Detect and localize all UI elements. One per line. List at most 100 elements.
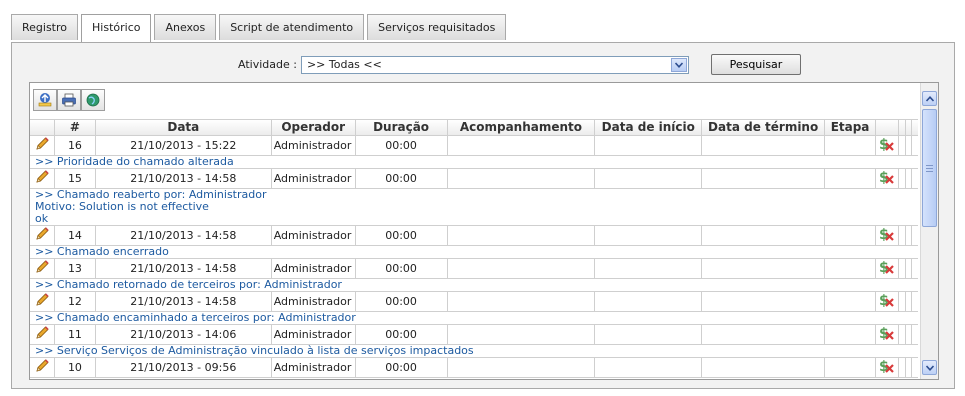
row-date: 21/10/2013 - 14:58 xyxy=(96,259,272,278)
scroll-down-icon[interactable] xyxy=(922,360,937,375)
tab-servicos-requisitados[interactable]: Serviços requisitados xyxy=(367,14,507,40)
row-extra xyxy=(899,169,906,188)
edit-pencil-icon[interactable] xyxy=(30,169,55,188)
edit-pencil-icon[interactable] xyxy=(30,136,55,155)
history-table: # Data Operador Duração Acompanhamento D… xyxy=(30,119,918,378)
row-note: >> Chamado encerrado xyxy=(30,246,918,259)
edit-pencil-icon[interactable] xyxy=(30,358,55,377)
tab-registro[interactable]: Registro xyxy=(11,14,79,40)
row-acompanhamento xyxy=(448,226,596,245)
header-num[interactable]: # xyxy=(55,120,96,135)
header-acompanhamento[interactable]: Acompanhamento xyxy=(448,120,596,135)
row-date: 21/10/2013 - 15:22 xyxy=(96,136,272,155)
print-icon[interactable] xyxy=(57,89,81,111)
globe-icon[interactable] xyxy=(81,89,105,111)
row-note: >> Chamado encaminhado a terceiros por: … xyxy=(30,312,918,325)
scroll-up-icon[interactable] xyxy=(922,91,937,106)
history-panel: Atividade : >> Todas << Pesquisar # Data… xyxy=(11,42,955,389)
row-extra xyxy=(912,226,918,245)
row-extra xyxy=(899,325,906,344)
row-extra xyxy=(899,358,906,377)
row-acompanhamento xyxy=(448,325,596,344)
row-operator: Administrador xyxy=(272,226,356,245)
row-note-line: >> Serviço Serviços de Administração vin… xyxy=(35,344,474,357)
row-note: >> Prioridade do chamado alterada xyxy=(30,156,918,169)
row-data-termino xyxy=(702,169,826,188)
header-duracao[interactable]: Duração xyxy=(356,120,448,135)
row-acompanhamento xyxy=(448,259,596,278)
export-icon[interactable] xyxy=(33,89,57,111)
edit-pencil-icon[interactable] xyxy=(30,226,55,245)
search-button[interactable]: Pesquisar xyxy=(710,54,801,75)
row-date: 21/10/2013 - 14:58 xyxy=(96,292,272,311)
billing-disabled-icon[interactable]: $ xyxy=(876,226,899,245)
row-extra xyxy=(912,358,918,377)
row-etapa xyxy=(825,358,877,377)
row-data-inicio xyxy=(595,259,703,278)
tab-bar: Registro Histórico Anexos Script de aten… xyxy=(11,14,509,43)
header-etapa[interactable]: Etapa xyxy=(825,120,877,135)
tab-anexos[interactable]: Anexos xyxy=(154,14,217,40)
table-row[interactable]: 12 21/10/2013 - 14:58 Administrador 00:00 $ xyxy=(30,292,918,312)
row-operator: Administrador xyxy=(272,325,356,344)
row-number: 14 xyxy=(55,226,96,245)
row-acompanhamento xyxy=(448,136,596,155)
row-etapa xyxy=(825,259,877,278)
header-data[interactable]: Data xyxy=(96,120,272,135)
row-note: >> Serviço Serviços de Administração vin… xyxy=(30,345,918,358)
row-duration: 00:00 xyxy=(356,358,448,377)
activity-select[interactable]: >> Todas << xyxy=(300,55,689,74)
row-data-termino xyxy=(702,226,826,245)
table-row[interactable]: 11 21/10/2013 - 14:06 Administrador 00:00 $ xyxy=(30,325,918,345)
table-row[interactable]: 10 21/10/2013 - 09:56 Administrador 00:00 $ xyxy=(30,358,918,378)
edit-pencil-icon[interactable] xyxy=(30,259,55,278)
edit-pencil-icon[interactable] xyxy=(30,292,55,311)
header-data-inicio[interactable]: Data de início xyxy=(595,120,703,135)
header-extra xyxy=(899,120,906,135)
row-data-inicio xyxy=(595,136,703,155)
row-acompanhamento xyxy=(448,169,596,188)
table-row[interactable]: 16 21/10/2013 - 15:22 Administrador 00:00 $ xyxy=(30,136,918,156)
chevron-down-icon[interactable] xyxy=(670,57,687,72)
tab-historico[interactable]: Histórico xyxy=(81,14,152,43)
header-operador[interactable]: Operador xyxy=(272,120,356,135)
billing-disabled-icon[interactable]: $ xyxy=(876,169,899,188)
activity-select-value: >> Todas << xyxy=(306,57,382,71)
header-data-termino[interactable]: Data de término xyxy=(702,120,826,135)
row-number: 15 xyxy=(55,169,96,188)
table-row[interactable]: 13 21/10/2013 - 14:58 Administrador 00:00 $ xyxy=(30,259,918,279)
row-data-inicio xyxy=(595,169,703,188)
billing-disabled-icon[interactable]: $ xyxy=(876,259,899,278)
row-extra xyxy=(899,259,906,278)
row-extra xyxy=(899,136,906,155)
row-data-termino xyxy=(702,136,826,155)
table-row[interactable]: 15 21/10/2013 - 14:58 Administrador 00:00 $ xyxy=(30,169,918,189)
header-edit xyxy=(30,120,55,135)
row-etapa xyxy=(825,325,877,344)
billing-disabled-icon[interactable]: $ xyxy=(876,292,899,311)
row-data-inicio xyxy=(595,325,703,344)
billing-disabled-icon[interactable]: $ xyxy=(876,358,899,377)
row-note-line: ok xyxy=(35,212,49,225)
table-row[interactable]: 14 21/10/2013 - 14:58 Administrador 00:00 $ xyxy=(30,226,918,246)
row-operator: Administrador xyxy=(272,169,356,188)
row-acompanhamento xyxy=(448,292,596,311)
vertical-scrollbar[interactable] xyxy=(920,83,938,379)
row-extra xyxy=(912,292,918,311)
row-date: 21/10/2013 - 14:58 xyxy=(96,226,272,245)
row-operator: Administrador xyxy=(272,136,356,155)
edit-pencil-icon[interactable] xyxy=(30,325,55,344)
row-data-termino xyxy=(702,259,826,278)
row-operator: Administrador xyxy=(272,358,356,377)
billing-disabled-icon[interactable]: $ xyxy=(876,325,899,344)
tab-script-de-atendimento[interactable]: Script de atendimento xyxy=(219,14,365,40)
billing-disabled-icon[interactable]: $ xyxy=(876,136,899,155)
scroll-thumb[interactable] xyxy=(922,109,937,227)
activity-label: Atividade : xyxy=(238,58,297,71)
row-extra xyxy=(912,259,918,278)
row-number: 11 xyxy=(55,325,96,344)
row-duration: 00:00 xyxy=(356,325,448,344)
row-data-inicio xyxy=(595,226,703,245)
activity-filter: Atividade : >> Todas << Pesquisar xyxy=(238,54,801,75)
header-extra xyxy=(912,120,918,135)
